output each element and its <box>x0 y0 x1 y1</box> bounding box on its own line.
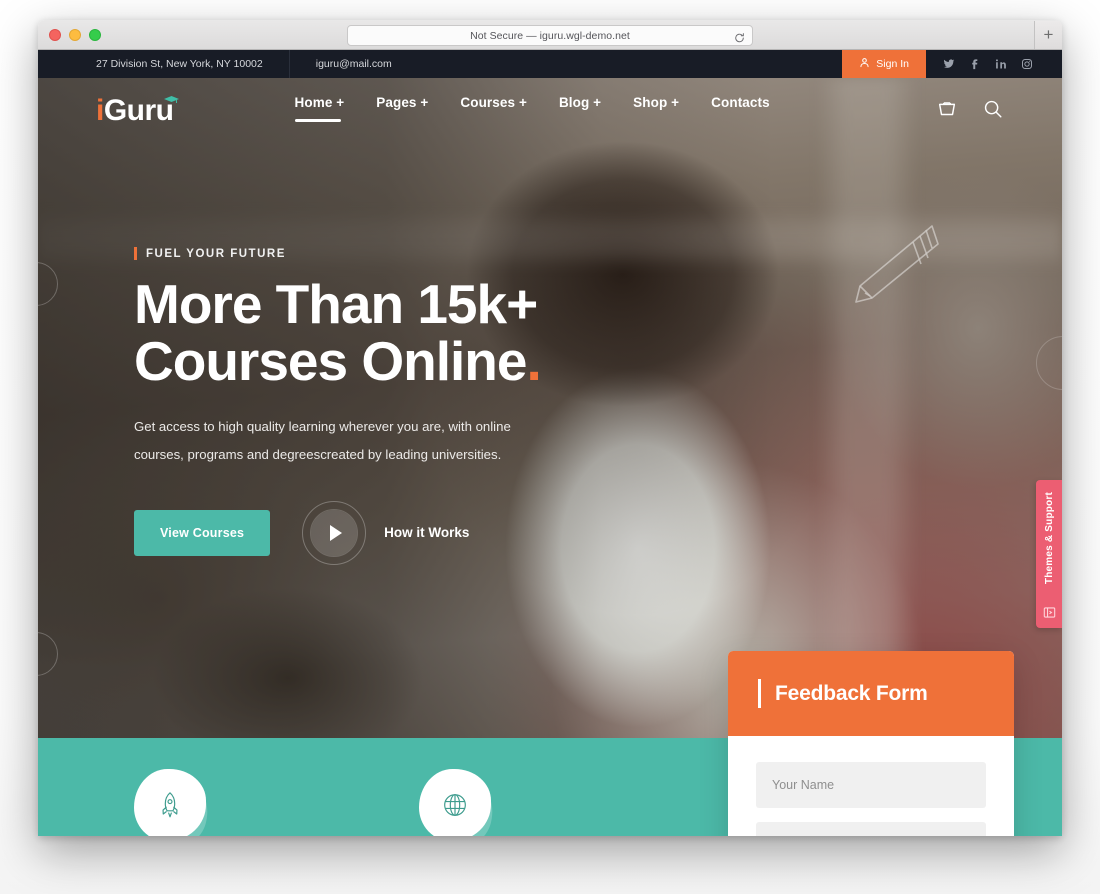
browser-titlebar: Not Secure — iguru.wgl-demo.net + <box>38 20 1062 50</box>
feedback-name-input[interactable] <box>756 762 986 808</box>
nav-item-blog[interactable]: Blog + <box>559 89 601 134</box>
feedback-form-card: Feedback Form <box>728 651 1014 836</box>
window-controls[interactable] <box>49 28 101 41</box>
address-bar[interactable]: Not Secure — iguru.wgl-demo.net <box>347 25 753 46</box>
logo-letter-i: i <box>96 94 104 127</box>
main-navigation: i Guru Home + Pages + Courses + Blog + S… <box>38 78 1062 144</box>
play-ring-inner <box>310 508 359 557</box>
sign-in-label: Sign In <box>876 58 909 70</box>
feature-blob-rocket <box>128 766 216 836</box>
themes-support-tab[interactable]: Themes & Support <box>1036 480 1062 628</box>
hero-eyebrow-text: FUEL YOUR FUTURE <box>146 247 286 260</box>
nav-menu: Home + Pages + Courses + Blog + Shop + C… <box>294 89 770 134</box>
instagram-icon[interactable] <box>1014 50 1040 78</box>
user-icon <box>859 57 870 71</box>
linkedin-icon[interactable] <box>988 50 1014 78</box>
minimize-window-button[interactable] <box>69 28 81 41</box>
feedback-form-title: Feedback Form <box>775 681 928 705</box>
close-window-button[interactable] <box>49 28 61 41</box>
reload-icon[interactable] <box>734 30 745 42</box>
globe-icon <box>419 769 491 836</box>
graduation-cap-icon <box>163 92 179 104</box>
rocket-icon <box>134 769 206 836</box>
website-viewport: 27 Division St, New York, NY 10002 iguru… <box>38 50 1062 836</box>
cart-icon[interactable] <box>936 98 958 120</box>
hero-title-period: . <box>526 329 541 392</box>
themes-support-label: Themes & Support <box>1043 492 1055 585</box>
social-links <box>926 50 1062 78</box>
view-courses-button[interactable]: View Courses <box>134 509 271 556</box>
top-info-bar: 27 Division St, New York, NY 10002 iguru… <box>38 50 1062 78</box>
feature-item-globe[interactable] <box>413 766 704 836</box>
twitter-icon[interactable] <box>936 50 962 78</box>
play-button-wrapper[interactable] <box>302 500 367 565</box>
how-it-works-label: How it Works <box>384 525 470 541</box>
hero-title-line-2: Courses Online <box>134 329 527 392</box>
feedback-form-header: Feedback Form <box>728 651 1014 736</box>
new-tab-button[interactable]: + <box>1034 21 1062 49</box>
feedback-accent-bar <box>758 679 761 708</box>
search-icon[interactable] <box>982 98 1004 120</box>
hero-subtitle: Get access to high quality learning wher… <box>134 419 511 462</box>
desktop-background: Not Secure — iguru.wgl-demo.net + 27 Div… <box>0 0 1100 894</box>
eyebrow-accent-bar <box>134 247 137 260</box>
maximize-window-button[interactable] <box>89 28 101 41</box>
feature-item-rocket[interactable] <box>128 766 419 836</box>
contact-address: 27 Division St, New York, NY 10002 <box>38 50 290 78</box>
sign-in-button[interactable]: Sign In <box>842 50 926 78</box>
facebook-icon[interactable] <box>962 50 988 78</box>
nav-actions <box>936 98 1004 124</box>
browser-window: Not Secure — iguru.wgl-demo.net + 27 Div… <box>38 20 1062 836</box>
hero-content: FUEL YOUR FUTURE More Than 15k+ Courses … <box>38 247 1062 565</box>
feedback-email-input[interactable] <box>756 822 986 836</box>
nav-item-contacts[interactable]: Contacts <box>711 89 770 134</box>
hero-section: i Guru Home + Pages + Courses + Blog + S… <box>38 78 1062 738</box>
nav-item-shop[interactable]: Shop + <box>633 89 679 134</box>
hero-title-line-1: More Than 15k+ <box>134 273 538 335</box>
feedback-form-body <box>728 736 1014 836</box>
site-logo[interactable]: i Guru <box>96 94 179 127</box>
feature-blob-globe <box>413 766 501 836</box>
support-window-icon <box>1043 606 1056 619</box>
nav-item-courses[interactable]: Courses + <box>460 89 527 134</box>
nav-item-pages[interactable]: Pages + <box>376 89 428 134</box>
nav-item-home[interactable]: Home + <box>294 89 345 134</box>
hero-actions: View Courses How it Works <box>134 500 1062 565</box>
hero-eyebrow: FUEL YOUR FUTURE <box>134 247 1062 260</box>
url-text: Not Secure — iguru.wgl-demo.net <box>470 29 630 42</box>
contact-email[interactable]: iguru@mail.com <box>290 50 414 78</box>
how-it-works-group[interactable]: How it Works <box>302 500 470 565</box>
hero-title: More Than 15k+ Courses Online. <box>134 276 554 389</box>
